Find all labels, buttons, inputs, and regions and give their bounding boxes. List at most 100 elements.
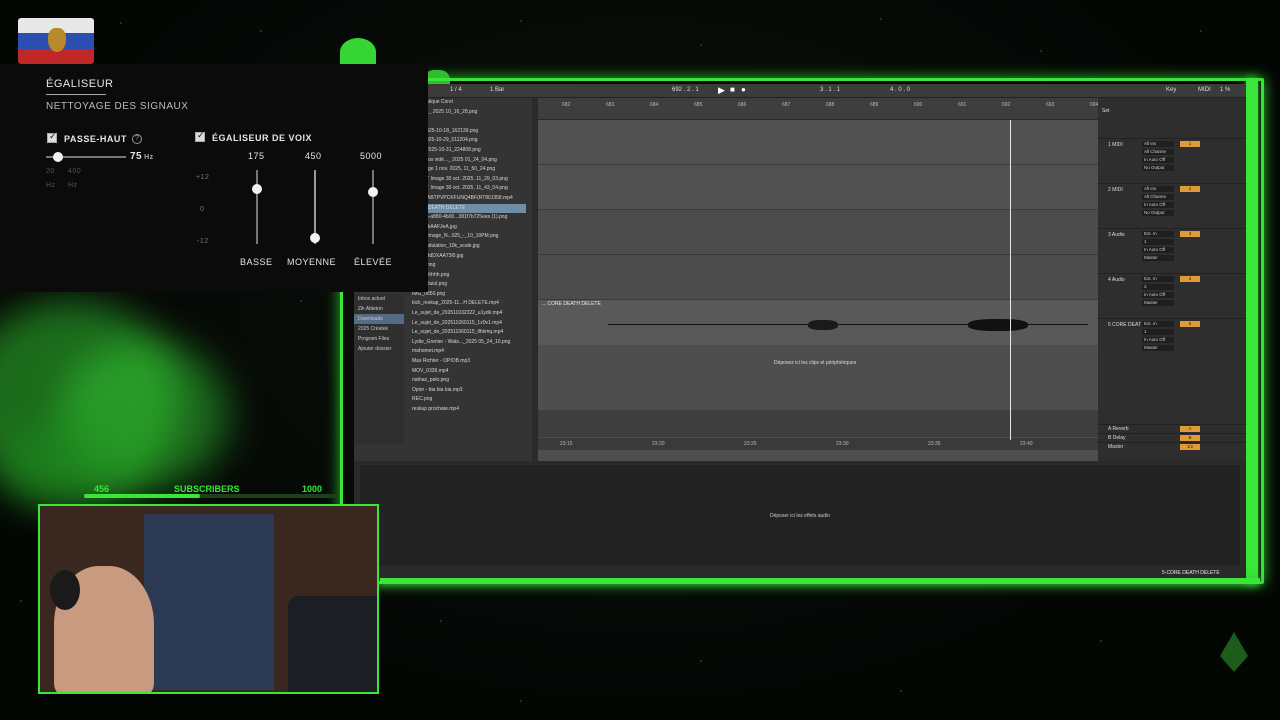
file-item[interactable]: Le_sujet_de_202511032322_u1ydk.mp4 — [406, 309, 526, 319]
stop-icon[interactable]: ■ — [730, 85, 735, 94]
mixer-track[interactable]: 4 Audio Ext. In 2 In Auto Off Master 4 — [1098, 273, 1246, 318]
monitor-switch[interactable]: In Auto Off — [1142, 292, 1174, 298]
return-number-button[interactable]: A — [1180, 426, 1200, 432]
track-number-button[interactable]: 2 — [1180, 186, 1200, 192]
file-item[interactable]: Opior - bia bia bia.mp3 — [406, 386, 526, 396]
record-icon[interactable]: ● — [741, 85, 746, 94]
track-lane-2[interactable] — [538, 165, 1098, 210]
place-item[interactable]: Ajouter dossier — [354, 344, 404, 354]
high-slider[interactable] — [372, 170, 374, 244]
subs-label: SUBSCRIBERS — [174, 484, 240, 494]
highpass-checkbox[interactable] — [47, 131, 57, 143]
track-lane-1[interactable] — [538, 120, 1098, 165]
return-lane-b[interactable] — [538, 419, 1098, 428]
return-track[interactable]: B Delay B — [1098, 433, 1246, 442]
mixer-track[interactable]: 2 MIDI All Ins All Channe In Auto Off No Out… — [1098, 183, 1246, 228]
input-channel-select[interactable]: 1 — [1142, 239, 1174, 245]
input-type-select[interactable]: All Ins — [1142, 186, 1174, 192]
eq-title: ÉGALISEUR — [46, 78, 114, 90]
db-bot: -12 — [197, 238, 209, 245]
time-ruler[interactable]: 23:15 23:20 23:25 23:30 23:35 23:40 — [538, 438, 1098, 450]
input-type-select[interactable]: Ext. In — [1142, 276, 1174, 282]
file-item[interactable]: Lydie_Grenier - Wats..._2025 05_24_10.pn… — [406, 338, 526, 348]
device-view[interactable]: Déposer ici les effets audio — [360, 466, 1240, 566]
return-lane-a[interactable] — [538, 410, 1098, 419]
highpass-knob[interactable] — [53, 152, 63, 162]
monitor-switch[interactable]: In Auto Off — [1142, 157, 1174, 163]
file-item[interactable]: Le_sujet_de_202511060115_tlhkmq.mp4 — [406, 328, 526, 338]
monitor — [288, 596, 377, 692]
place-item[interactable]: Inbox actuel — [354, 294, 404, 304]
mid-knob[interactable] — [310, 233, 320, 243]
input-channel-select[interactable]: All Channe — [1142, 194, 1174, 200]
input-type-select[interactable]: Ext. In — [1142, 321, 1174, 327]
bass-knob[interactable] — [252, 184, 262, 194]
input-type-select[interactable]: Ext. In — [1142, 231, 1174, 237]
high-knob[interactable] — [368, 187, 378, 197]
places-list: Inbox actuel Zik Ableton Downloads 2025 Cré… — [354, 294, 404, 444]
loop-start[interactable]: 3 . 1 . 1 — [820, 87, 840, 93]
output-select[interactable]: No Output — [1142, 210, 1174, 216]
output-select[interactable]: Master — [1142, 300, 1174, 306]
mixer-track[interactable]: 1 MIDI All Ins All Channe In Auto Off No Out… — [1098, 138, 1246, 183]
bar-number: 690 — [914, 102, 923, 108]
input-type-select[interactable]: All Ins — [1142, 141, 1174, 147]
track-mixer: Set 1 MIDI All Ins All Channe In Auto Off No… — [1098, 98, 1246, 461]
output-select[interactable]: Master — [1142, 345, 1174, 351]
time-label: 23:40 — [1020, 441, 1033, 447]
return-number-button[interactable]: B — [1180, 435, 1200, 441]
quantize-menu[interactable]: 1 Bar — [490, 87, 504, 93]
file-item[interactable]: MOV_0339.mp4 — [406, 367, 526, 377]
input-channel-select[interactable]: All Channe — [1142, 149, 1174, 155]
track-name: 2 MIDI — [1108, 187, 1123, 193]
mixer-track[interactable]: 5 CORE DEAT Ext. In 1 In Auto Off Master 5 — [1098, 318, 1246, 363]
webcam-feed — [38, 504, 379, 694]
output-select[interactable]: Master — [1142, 255, 1174, 261]
file-item[interactable]: reskup prochate.mp4 — [406, 405, 526, 415]
monitor-switch[interactable]: In Auto Off — [1142, 247, 1174, 253]
midi-map-button[interactable]: MIDI — [1198, 87, 1211, 93]
input-channel-select[interactable]: 2 — [1142, 284, 1174, 290]
time-signature[interactable]: 1 / 4 — [450, 87, 462, 93]
audio-clip[interactable]: ... CORE DEATH DELETE — [538, 300, 1098, 345]
monitor-switch[interactable]: In Auto Off — [1142, 202, 1174, 208]
track-lane-5[interactable]: ... CORE DEATH DELETE — [538, 300, 1098, 345]
track-number-button[interactable]: 1 — [1180, 141, 1200, 147]
file-item[interactable]: mahomet.mp4 — [406, 347, 526, 357]
file-item[interactable]: Max Richter - OPIOB.mp3 — [406, 357, 526, 367]
band-high-name: ÉLEVÉE — [354, 257, 393, 267]
playhead[interactable] — [1010, 120, 1011, 440]
track-lane-4[interactable] — [538, 255, 1098, 300]
return-track[interactable]: Master 1/2 — [1098, 442, 1246, 451]
file-item[interactable]: Le_sujet_de_202511060115_1z0v1.mp4 — [406, 319, 526, 329]
monitor-switch[interactable]: In Auto Off — [1142, 337, 1174, 343]
place-item[interactable]: Downloads — [354, 314, 404, 324]
help-icon[interactable]: ? — [132, 134, 142, 144]
bass-slider[interactable] — [256, 170, 258, 244]
key-map-button[interactable]: Key — [1166, 87, 1176, 93]
return-track[interactable]: A Reverb A — [1098, 424, 1246, 433]
song-position[interactable]: 692 . 2 . 1 — [672, 87, 699, 93]
file-item[interactable]: nathas_pelo.png — [406, 376, 526, 386]
time-label: 23:15 — [560, 441, 573, 447]
title-underline — [46, 94, 106, 95]
voice-eq-checkbox[interactable] — [195, 130, 205, 142]
return-number-button[interactable]: 1/2 — [1180, 444, 1200, 450]
loop-length[interactable]: 4 . 0 . 0 — [890, 87, 910, 93]
place-item[interactable]: Program Files — [354, 334, 404, 344]
master-lane[interactable] — [538, 428, 1098, 437]
input-channel-select[interactable]: 1 — [1142, 329, 1174, 335]
place-item[interactable]: 2025 Créatek — [354, 324, 404, 334]
play-icon[interactable]: ▶ — [718, 85, 725, 96]
beat-ruler[interactable]: 682 683 684 685 686 687 688 689 690 691 692 693 694 — [538, 98, 1098, 120]
output-select[interactable]: No Output — [1142, 165, 1174, 171]
db-top: +12 — [196, 174, 210, 181]
place-item[interactable]: Zik Ableton — [354, 304, 404, 314]
track-number-button[interactable]: 5 — [1180, 321, 1200, 327]
track-lane-3[interactable] — [538, 210, 1098, 255]
track-number-button[interactable]: 3 — [1180, 231, 1200, 237]
mixer-track[interactable]: 3 Audio Ext. In 1 In Auto Off Master 3 — [1098, 228, 1246, 273]
file-item[interactable]: REC.png — [406, 395, 526, 405]
file-item[interactable]: kick_reskup_2025-11...H DELETE.mp4 — [406, 299, 526, 309]
track-number-button[interactable]: 4 — [1180, 276, 1200, 282]
